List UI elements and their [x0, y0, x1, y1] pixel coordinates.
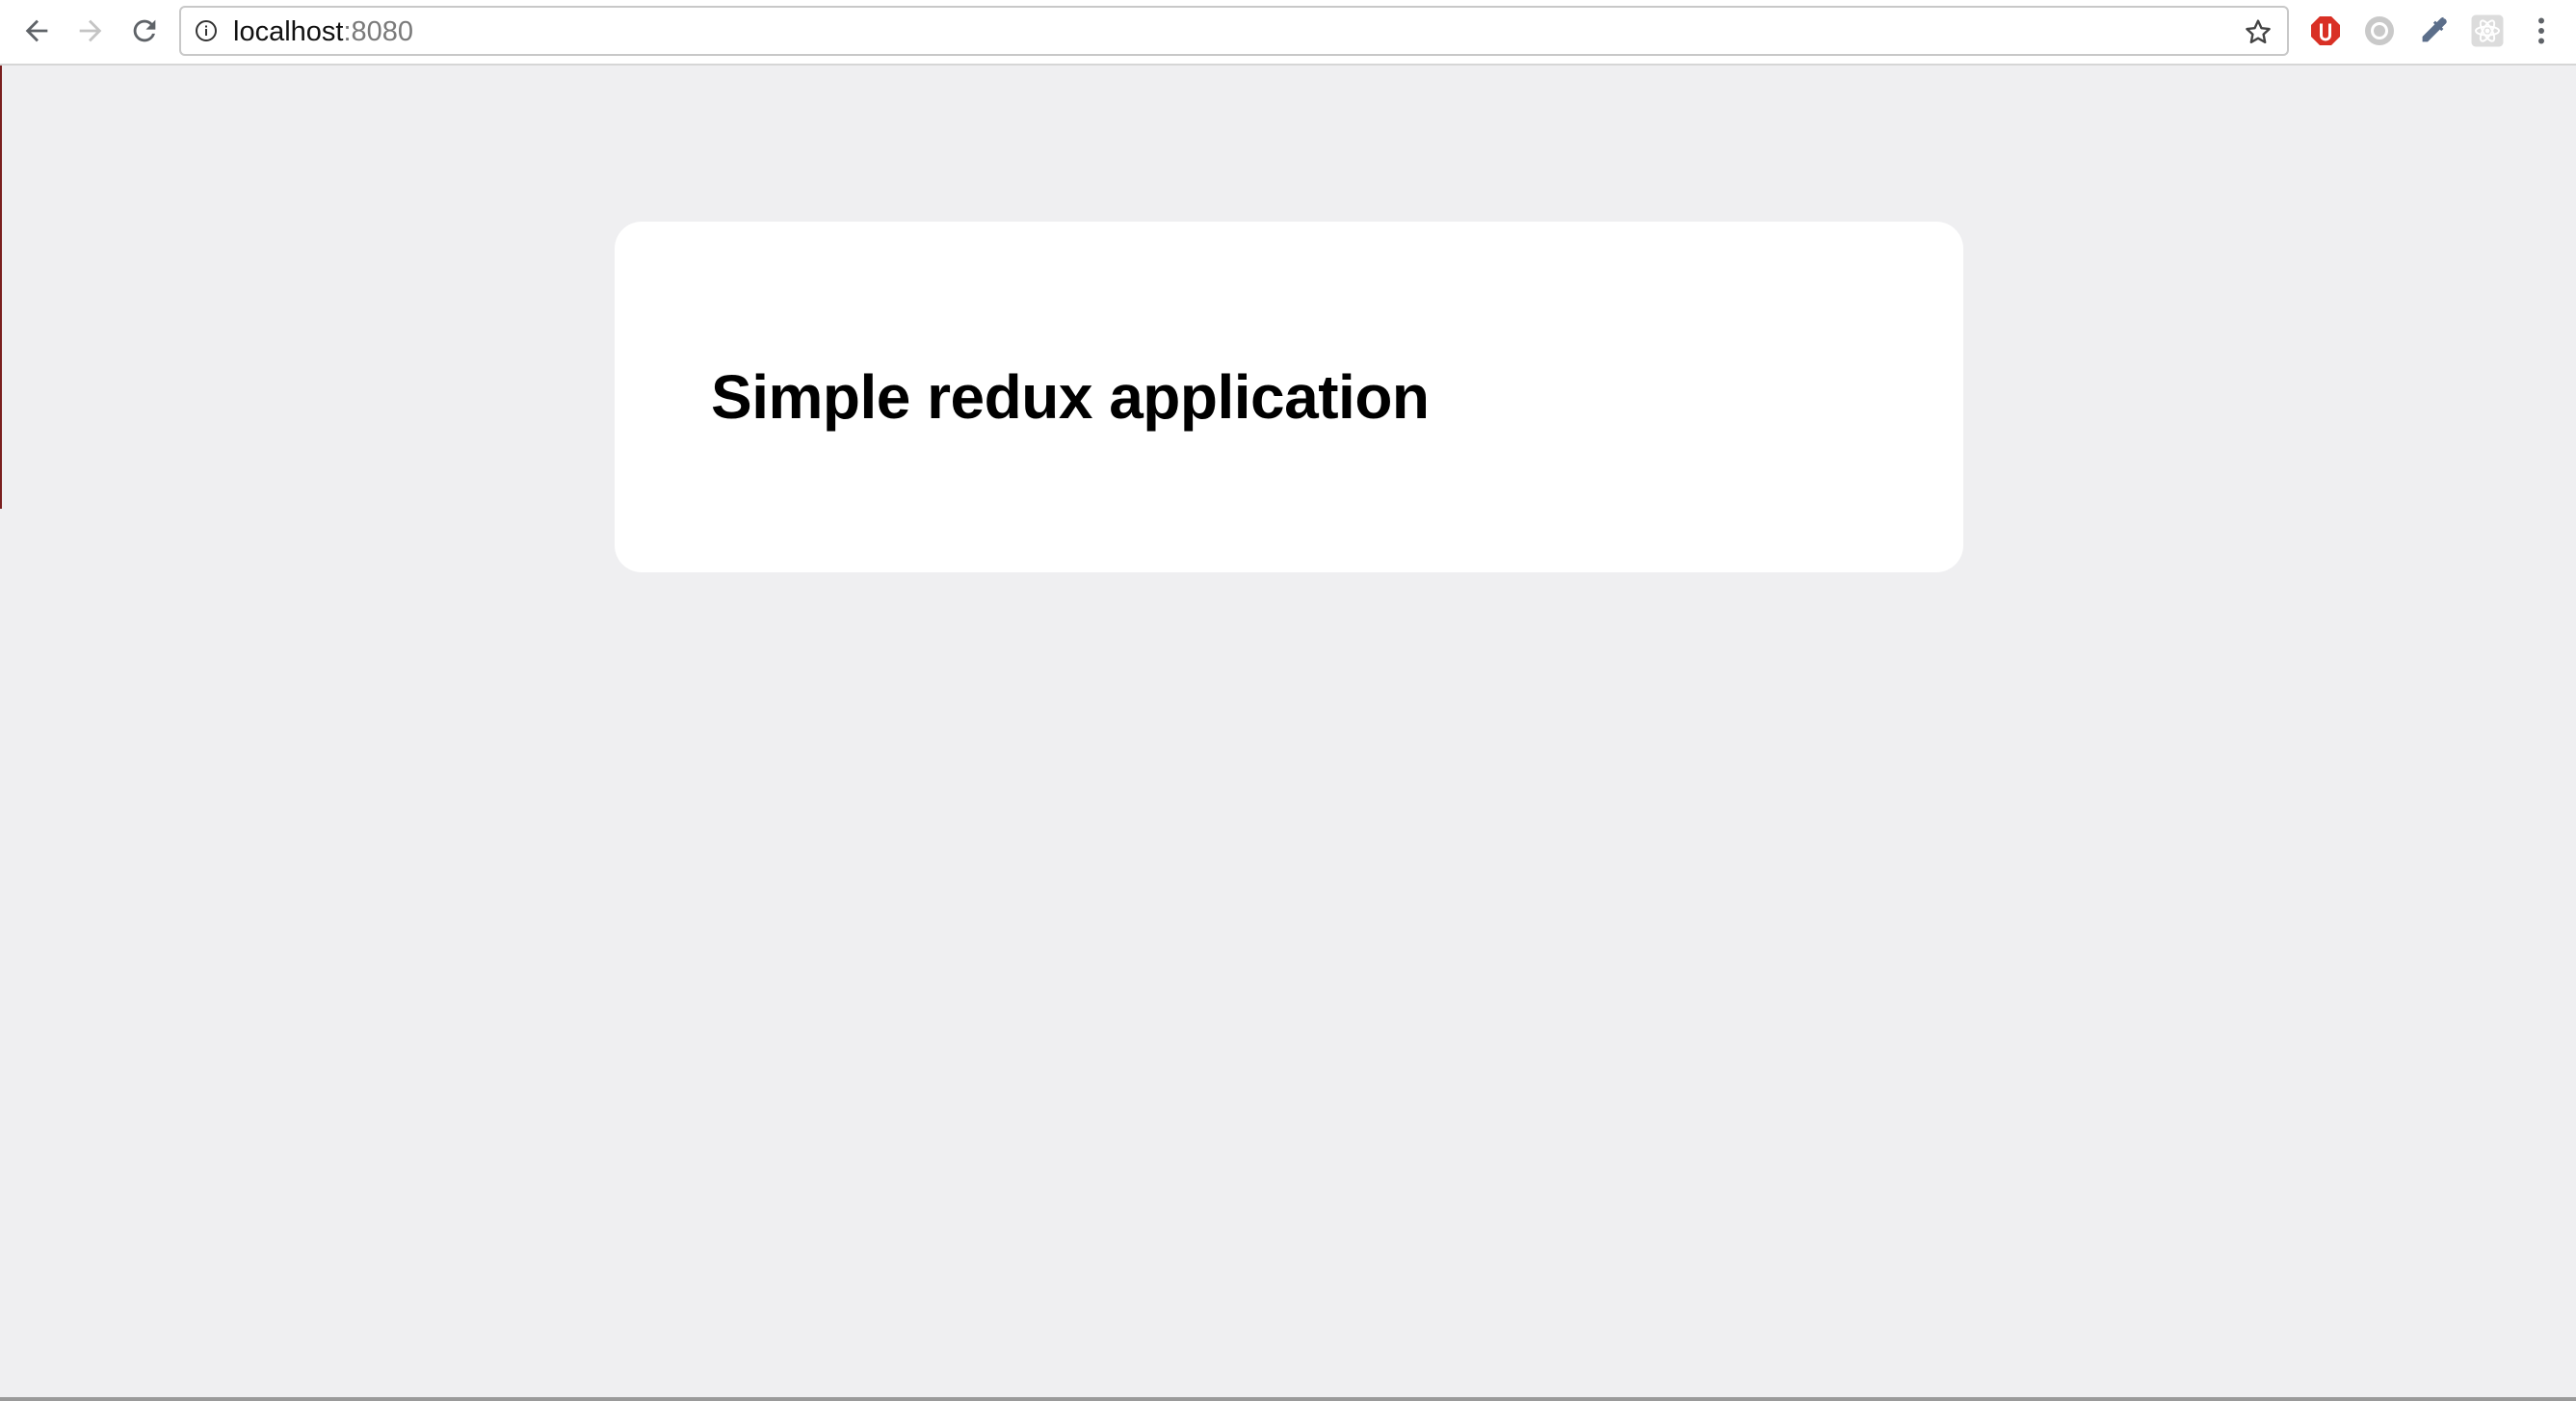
- back-arrow-icon: [25, 19, 48, 42]
- url-text[interactable]: localhost:8080: [233, 16, 413, 47]
- window-bottom-edge: [0, 1397, 2576, 1401]
- address-bar[interactable]: localhost:8080: [179, 6, 2289, 56]
- eyedropper-extension[interactable]: [2416, 13, 2451, 48]
- adblock-extension[interactable]: [2308, 13, 2343, 48]
- app-card: Simple redux application: [615, 222, 1963, 572]
- url-host: localhost: [233, 16, 344, 47]
- window-left-edge: [0, 66, 2, 509]
- eyedropper-icon: [2422, 16, 2447, 42]
- info-icon[interactable]: [195, 19, 218, 42]
- page-title: Simple redux application: [711, 362, 1430, 432]
- reload-button[interactable]: [123, 10, 166, 52]
- reload-icon: [133, 19, 156, 42]
- forward-button[interactable]: [69, 10, 112, 52]
- star-icon[interactable]: [2243, 16, 2274, 47]
- react-devtools-icon: [2471, 14, 2504, 47]
- browser-toolbar: localhost:8080: [0, 0, 2576, 66]
- back-button[interactable]: [15, 10, 58, 52]
- grey-circle-extension[interactable]: [2362, 13, 2397, 48]
- grey-circle-extension-icon: [2365, 16, 2394, 45]
- adblock-icon: [2311, 16, 2340, 45]
- react-devtools-extension[interactable]: [2470, 13, 2505, 48]
- url-port: :8080: [343, 16, 414, 47]
- forward-arrow-icon: [79, 19, 102, 42]
- kebab-menu-icon: [2538, 17, 2544, 44]
- browser-menu-button[interactable]: [2524, 13, 2559, 48]
